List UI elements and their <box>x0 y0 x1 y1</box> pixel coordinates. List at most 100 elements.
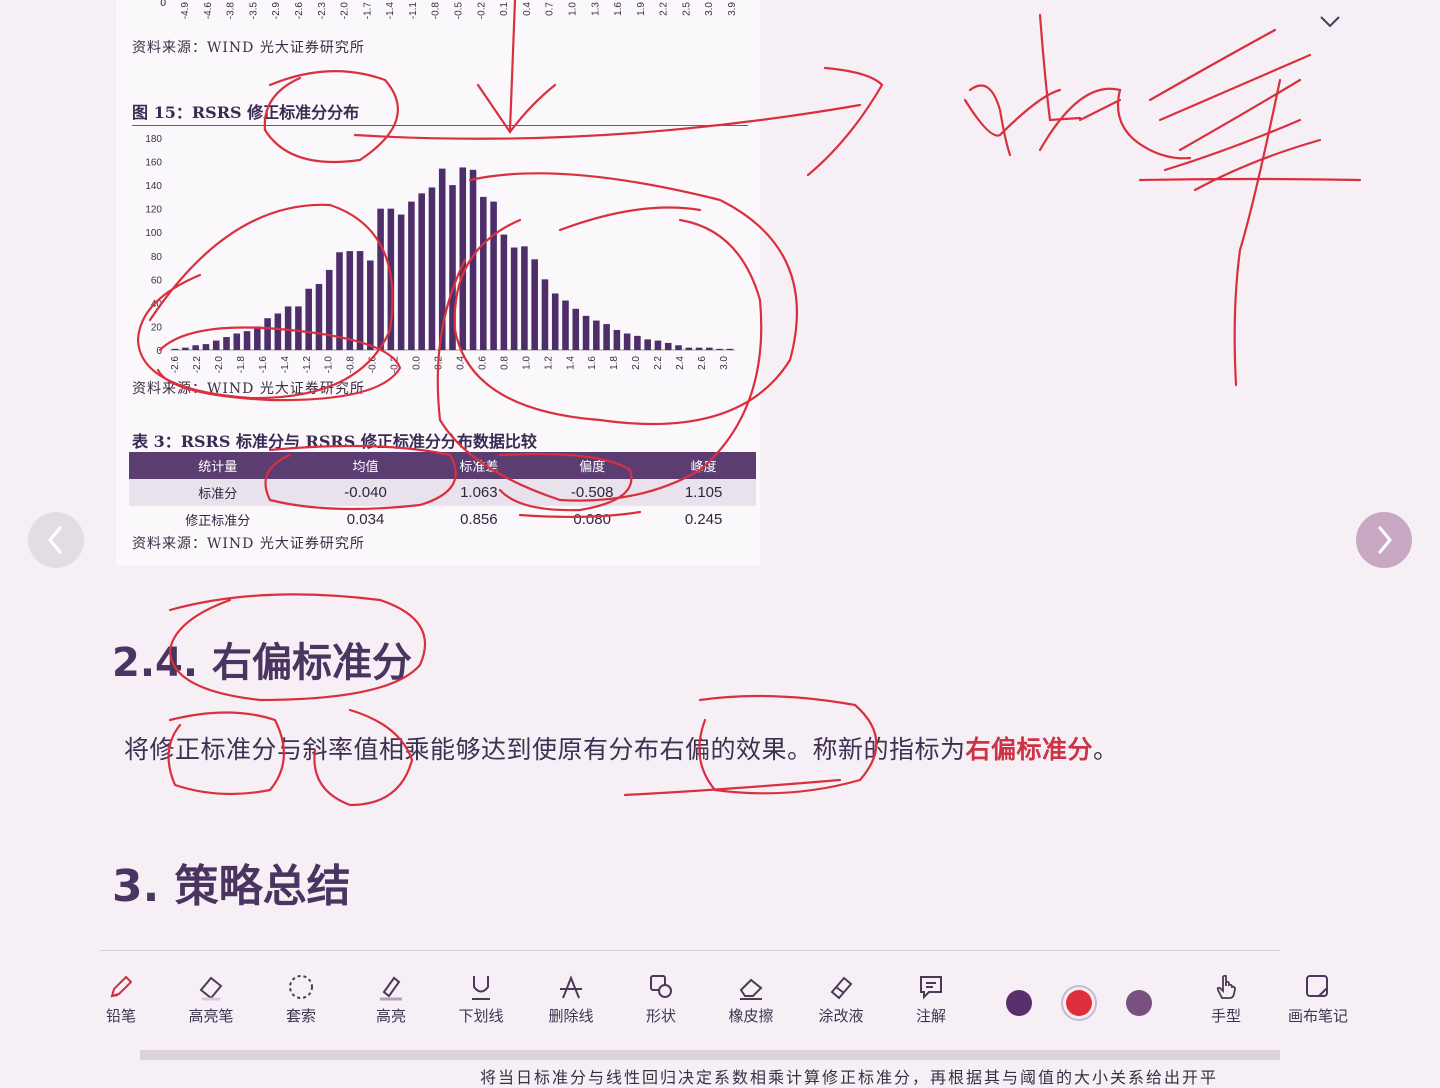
tool-lasso[interactable]: 套索 <box>261 972 341 1026</box>
histogram-bar <box>469 169 477 350</box>
table-cell: 0.856 <box>460 511 498 528</box>
color-swatch-purple[interactable] <box>1006 990 1032 1016</box>
x-tick-label: 0.1 <box>499 2 510 16</box>
histogram-bar <box>243 331 251 350</box>
tool-annotation[interactable]: 注解 <box>891 972 971 1026</box>
chevron-down-icon <box>1320 16 1340 28</box>
histogram-bar <box>274 313 282 350</box>
tool-label: 涂改液 <box>818 1007 864 1025</box>
table-header-row: 统计量 均值 标准差 偏度 峰度 <box>129 452 756 479</box>
divider <box>100 950 1280 951</box>
pencil-icon <box>110 975 133 998</box>
histogram-bar <box>675 345 682 350</box>
histogram-bar <box>634 335 641 350</box>
x-tick-label: -1.2 <box>302 356 313 374</box>
y-tick-label: 180 <box>145 134 162 145</box>
chart-previous-tail: -4.9 -4.6 -3.8 -3.5 -2.9 -2.6 -2.3 -2.0 -1.7 -1.4… <box>160 0 738 20</box>
highlighted-term: 右偏标准分 <box>965 735 1094 764</box>
histogram-bar <box>387 208 395 350</box>
x-tick-label: -0.2 <box>476 2 487 20</box>
collapse-toolbar-button[interactable] <box>1318 14 1342 34</box>
histogram-bar <box>192 345 199 350</box>
histogram-bar <box>613 329 621 350</box>
histogram-bar <box>572 308 580 350</box>
tool-highlight[interactable]: 高亮 <box>351 972 431 1026</box>
section-2-4-paragraph: 将修正标准分与斜率值相乘能够达到使原有分布右偏的效果。称新的指标为右偏标准分。 <box>124 730 1119 766</box>
tool-correction-fluid[interactable]: 涂改液 <box>801 972 881 1026</box>
comparison-table: 统计量 均值 标准差 偏度 峰度 标准分 -0.040 1.063 -0.508… <box>129 452 756 533</box>
highlighter-icon <box>199 976 223 1001</box>
table-cell: 1.105 <box>651 479 756 506</box>
strikethrough-icon <box>560 975 582 999</box>
paragraph-end: 。 <box>1093 735 1119 764</box>
color-swatch-red[interactable] <box>1066 990 1092 1016</box>
tool-highlighter[interactable]: 高亮笔 <box>171 972 251 1026</box>
x-tick-label: 1.9 <box>636 2 647 16</box>
histogram-bar <box>449 185 456 350</box>
tool-hand[interactable]: 手型 <box>1186 972 1266 1026</box>
histogram-bar <box>582 315 590 350</box>
y-tick-label: 160 <box>145 158 162 169</box>
histogram-bar <box>716 348 723 350</box>
x-tick-label: -1.8 <box>236 356 247 374</box>
x-tick-label: -1.6 <box>258 356 269 374</box>
table-cell: 1.063 <box>424 479 534 506</box>
y-tick-label: 80 <box>151 252 163 263</box>
x-tick-label: 1.4 <box>565 356 576 370</box>
highlight-icon <box>380 976 402 1001</box>
x-tick-label: 2.4 <box>675 356 686 370</box>
histogram-bar <box>418 193 425 350</box>
color-swatch-mauve[interactable] <box>1126 990 1152 1016</box>
section-3-heading: 3. 策略总结 <box>112 861 351 912</box>
table-cell: 0.245 <box>684 511 723 528</box>
histogram-bar <box>541 279 549 350</box>
x-tick-label: 2.5 <box>681 2 692 16</box>
histogram-bar <box>551 293 559 350</box>
tool-eraser[interactable]: 橡皮擦 <box>711 972 791 1026</box>
tool-underline[interactable]: 下划线 <box>441 972 521 1026</box>
table-cell: 0.034 <box>346 511 385 528</box>
tool-shape[interactable]: 形状 <box>621 972 701 1026</box>
histogram-bar <box>459 167 467 350</box>
x-tick-label: 2.6 <box>697 356 708 370</box>
histogram-bar <box>644 339 651 350</box>
tool-pencil[interactable]: 铅笔 <box>81 972 161 1026</box>
x-tick-label: 0.4 <box>455 356 466 370</box>
x-tick-label: 1.2 <box>543 356 554 370</box>
x-tick-label: -0.2 <box>390 356 401 374</box>
chevron-left-icon <box>48 526 62 554</box>
next-page-button[interactable] <box>1356 512 1412 568</box>
x-tick-label: -2.0 <box>340 2 351 20</box>
histogram-bar <box>171 348 179 350</box>
tool-label: 下划线 <box>458 1007 504 1025</box>
histogram-bar <box>367 260 374 350</box>
x-tick-label: 2.0 <box>631 356 642 370</box>
y-tick-label: 0 <box>156 346 162 357</box>
table-cell: 修正标准分 <box>185 514 251 529</box>
x-tick-label: 0.4 <box>522 2 533 16</box>
histogram-bar <box>726 348 734 350</box>
header-cell: 统计量 <box>129 452 307 479</box>
next-page-text: 将当日标准分与线性回归决定系数相乘计算修正标准分，再根据其与阈值的大小关系给出开… <box>480 1068 1219 1087</box>
x-tick-label: 0.7 <box>545 2 556 16</box>
previous-page-button[interactable] <box>28 512 84 568</box>
histogram-bar <box>654 340 662 350</box>
histogram-bar <box>685 347 693 350</box>
histogram-bar <box>233 333 241 350</box>
histogram-bar <box>695 347 703 350</box>
histogram-bar <box>623 333 631 350</box>
y-tick-label: 0 <box>160 0 166 9</box>
figure-rule <box>132 125 748 126</box>
tool-canvas-note[interactable]: 画布笔记 <box>1278 972 1358 1026</box>
correction-fluid-icon <box>830 976 853 1000</box>
tool-strikethrough[interactable]: 删除线 <box>531 972 611 1026</box>
x-tick-label: 1.0 <box>567 2 578 16</box>
histogram-bar <box>223 337 230 350</box>
canvas-note-icon <box>1306 975 1328 997</box>
x-tick-label: 1.6 <box>587 356 598 370</box>
x-tick-label: -1.0 <box>324 356 335 374</box>
top-source-note: 资料来源：WIND 光大证券研究所 <box>132 40 365 56</box>
underline-icon <box>472 976 490 1000</box>
section-2-4-heading: 2.4. 右偏标准分 <box>112 640 412 686</box>
table-3-title: 表 3：RSRS 标准分与 RSRS 修正标准分分布数据比较 <box>132 432 537 451</box>
